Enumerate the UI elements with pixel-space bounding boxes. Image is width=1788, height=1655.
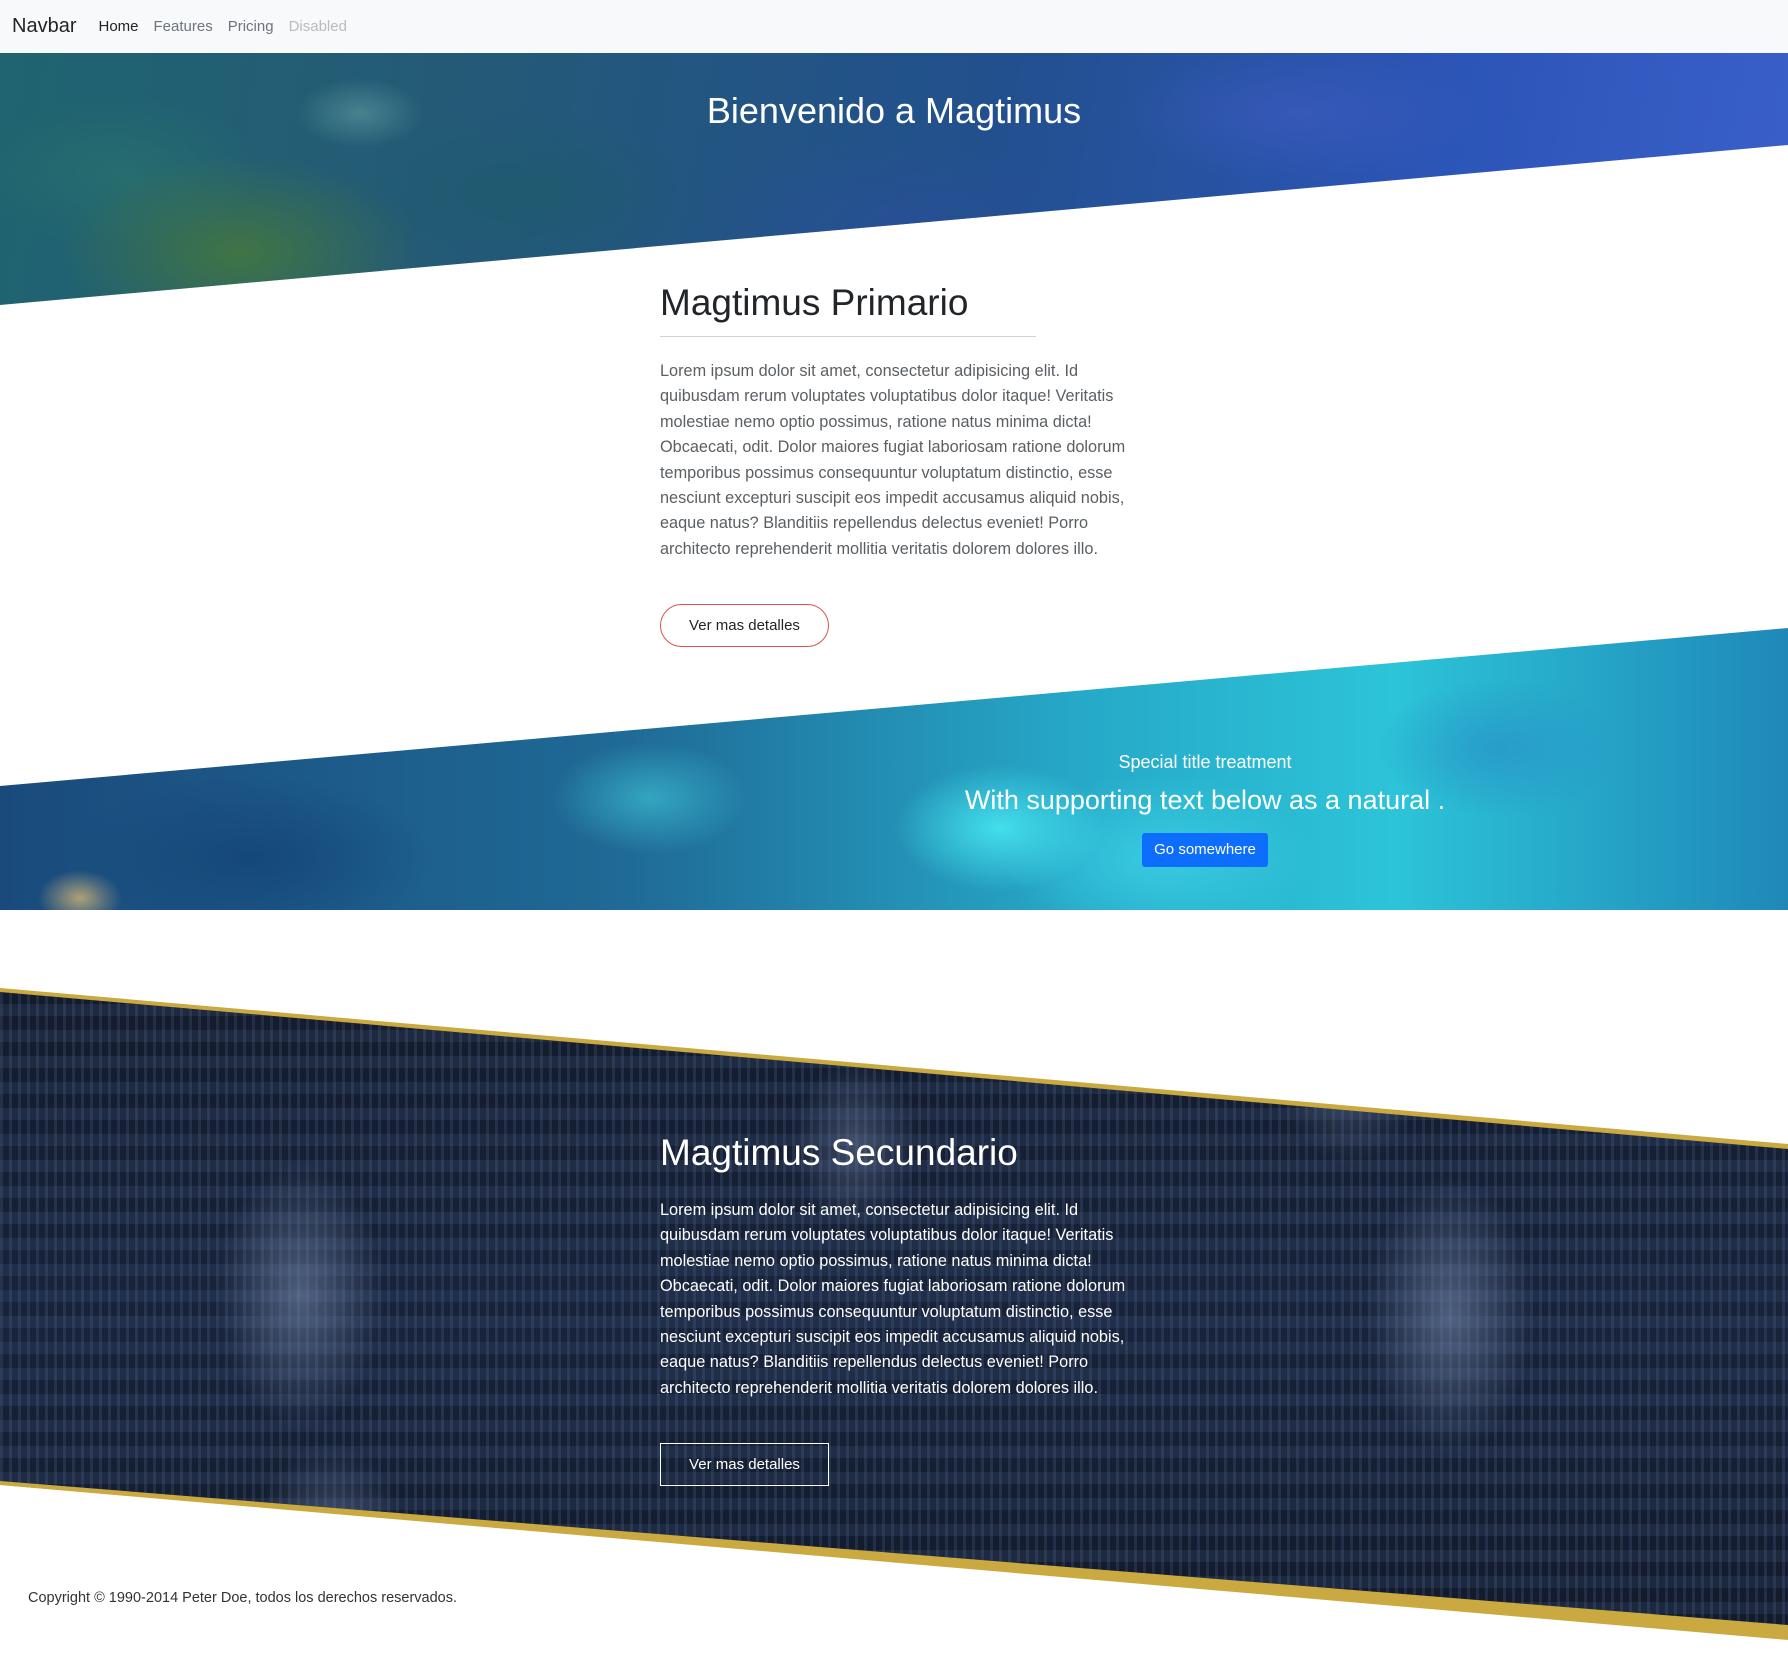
secondary-title: Magtimus Secundario [660, 1132, 1018, 1173]
primary-section: Magtimus Primario Lorem ipsum dolor sit … [660, 282, 1130, 648]
primary-body-text: Lorem ipsum dolor sit amet, consectetur … [660, 362, 1126, 558]
hero-title: Bienvenido a Magtimus [706, 90, 1082, 131]
band-card: Special title treatment With supporting … [900, 752, 1510, 867]
nav-link-disabled: Disabled [288, 18, 347, 35]
band-title: With supporting text below as a natural … [964, 785, 1446, 815]
navbar-brand[interactable]: Navbar [12, 15, 76, 38]
primary-title: Magtimus Primario [660, 282, 1036, 337]
nav-link-pricing[interactable]: Pricing [228, 18, 274, 35]
nav-link-home[interactable]: Home [98, 18, 138, 35]
band-underwater-background [0, 628, 1788, 910]
secondary-section: Magtimus Secundario Lorem ipsum dolor si… [660, 1132, 1130, 1487]
footer-copyright: Copyright © 1990-2014 Peter Doe, todos l… [28, 1590, 458, 1606]
band-subtitle: Special title treatment [1118, 752, 1292, 772]
go-somewhere-button[interactable]: Go somewhere [1142, 833, 1268, 867]
navbar: Navbar Home Features Pricing Disabled [0, 0, 1788, 53]
secondary-details-button[interactable]: Ver mas detalles [660, 1443, 829, 1487]
primary-details-button[interactable]: Ver mas detalles [660, 604, 829, 648]
secondary-body-text: Lorem ipsum dolor sit amet, consectetur … [660, 1201, 1126, 1397]
nav-link-features[interactable]: Features [154, 18, 213, 35]
